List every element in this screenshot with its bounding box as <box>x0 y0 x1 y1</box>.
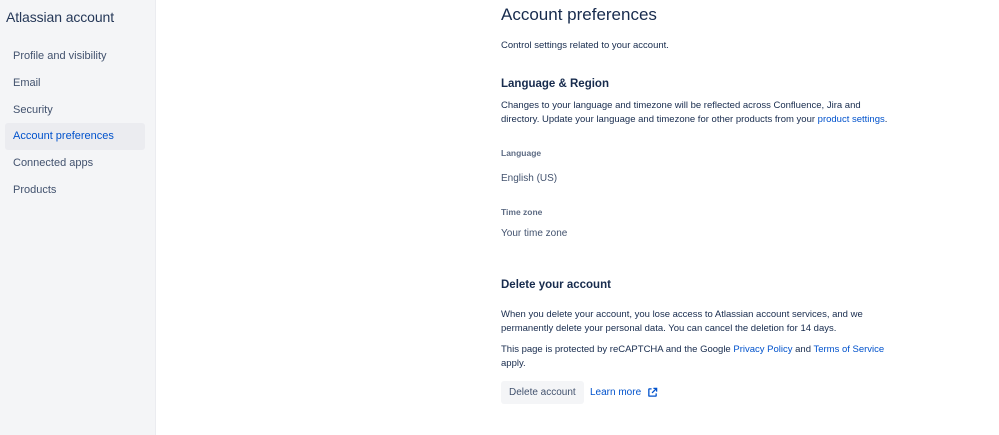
timezone-value[interactable]: Your time zone <box>501 228 567 239</box>
language-region-period: . <box>884 113 888 125</box>
sidebar-item-connected-apps[interactable]: Connected apps <box>5 150 145 177</box>
sidebar: Atlassian account Profile and visibility… <box>0 0 156 435</box>
language-region-heading: Language & Region <box>501 78 609 90</box>
learn-more-label: Learn more <box>590 387 642 398</box>
recaptcha-prefix: This page is protected by reCAPTCHA and … <box>501 344 731 355</box>
sidebar-item-email[interactable]: Email <box>5 70 145 97</box>
learn-more-link[interactable]: Learn more <box>590 387 658 398</box>
recaptcha-suffix: apply. <box>501 357 526 369</box>
recaptcha-and: and <box>795 344 811 355</box>
delete-account-heading: Delete your account <box>501 279 611 291</box>
language-label: Language <box>501 148 542 158</box>
sidebar-item-profile-and-visibility[interactable]: Profile and visibility <box>5 43 145 70</box>
delete-account-button[interactable]: Delete account <box>501 381 584 404</box>
sidebar-item-products[interactable]: Products <box>5 177 145 204</box>
terms-of-service-link[interactable]: Terms of Service <box>813 344 884 355</box>
language-value[interactable]: English (US) <box>501 173 557 184</box>
delete-account-description: When you delete your account, you lose a… <box>501 309 863 334</box>
language-region-description: Changes to your language and timezone wi… <box>501 99 896 126</box>
sidebar-item-account-preferences[interactable]: Account preferences <box>5 123 145 151</box>
recaptcha-notice: This page is protected by reCAPTCHA and … <box>501 343 896 370</box>
page-title: Account preferences <box>501 5 657 24</box>
timezone-label: Time zone <box>501 207 543 217</box>
app-title: Atlassian account <box>6 9 115 25</box>
external-link-icon <box>647 387 658 398</box>
sidebar-item-security[interactable]: Security <box>5 97 145 124</box>
language-region-text: Changes to your language and timezone wi… <box>501 100 861 125</box>
page-intro: Control settings related to your account… <box>501 40 669 51</box>
product-settings-link[interactable]: product settings <box>818 114 885 125</box>
sidebar-nav: Profile and visibility Email Security Ac… <box>5 43 145 204</box>
privacy-policy-link[interactable]: Privacy Policy <box>733 344 792 355</box>
